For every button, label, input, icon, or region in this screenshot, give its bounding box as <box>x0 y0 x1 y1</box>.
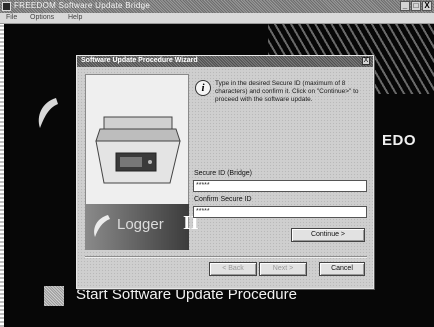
continue-button[interactable]: Continue > <box>291 228 365 242</box>
wizard-close-button[interactable]: X <box>362 57 370 65</box>
balance-scale-icon <box>95 116 181 184</box>
menu-help[interactable]: Help <box>68 14 82 21</box>
button-divider <box>85 256 367 258</box>
next-button[interactable]: Next > <box>259 262 307 276</box>
logger-logo-banner: Logger II <box>85 204 199 250</box>
confirm-secure-id-label: Confirm Secure ID <box>194 196 252 203</box>
menu-file[interactable]: File <box>6 14 17 21</box>
app-title: FREEDOM Software Update Bridge <box>14 1 151 10</box>
menu-options[interactable]: Options <box>30 14 54 21</box>
maximize-button[interactable]: □ <box>411 1 421 11</box>
info-icon: i <box>195 80 211 96</box>
secure-id-input[interactable]: ***** <box>193 180 367 192</box>
confirm-secure-id-input[interactable]: ***** <box>193 206 367 218</box>
instruction-text: Type in the desired Secure ID (maximum o… <box>215 80 359 103</box>
logo-swoosh-icon <box>38 98 58 128</box>
menu-bar: File Options Help <box>0 13 434 24</box>
secure-id-label: Secure ID (Bridge) <box>194 170 252 177</box>
logger-logo-text: Logger <box>117 216 164 233</box>
logger-swoosh-icon <box>94 215 110 237</box>
screen: FREEDOM Software Update Bridge _ □ X Fil… <box>0 0 434 327</box>
cancel-button[interactable]: Cancel <box>319 262 365 276</box>
brand-text: EDO <box>382 132 417 149</box>
minimize-button[interactable]: _ <box>400 1 410 11</box>
app-icon <box>2 2 11 11</box>
start-update-icon[interactable] <box>44 286 64 306</box>
update-wizard-dialog: Software Update Procedure Wizard X Logge… <box>76 55 374 289</box>
wizard-title-bar: Software Update Procedure Wizard X <box>77 56 373 67</box>
wizard-title: Software Update Procedure Wizard <box>81 57 198 64</box>
back-button[interactable]: < Back <box>209 262 257 276</box>
close-button[interactable]: X <box>422 1 432 11</box>
app-title-bar: FREEDOM Software Update Bridge _ □ X <box>0 0 434 13</box>
